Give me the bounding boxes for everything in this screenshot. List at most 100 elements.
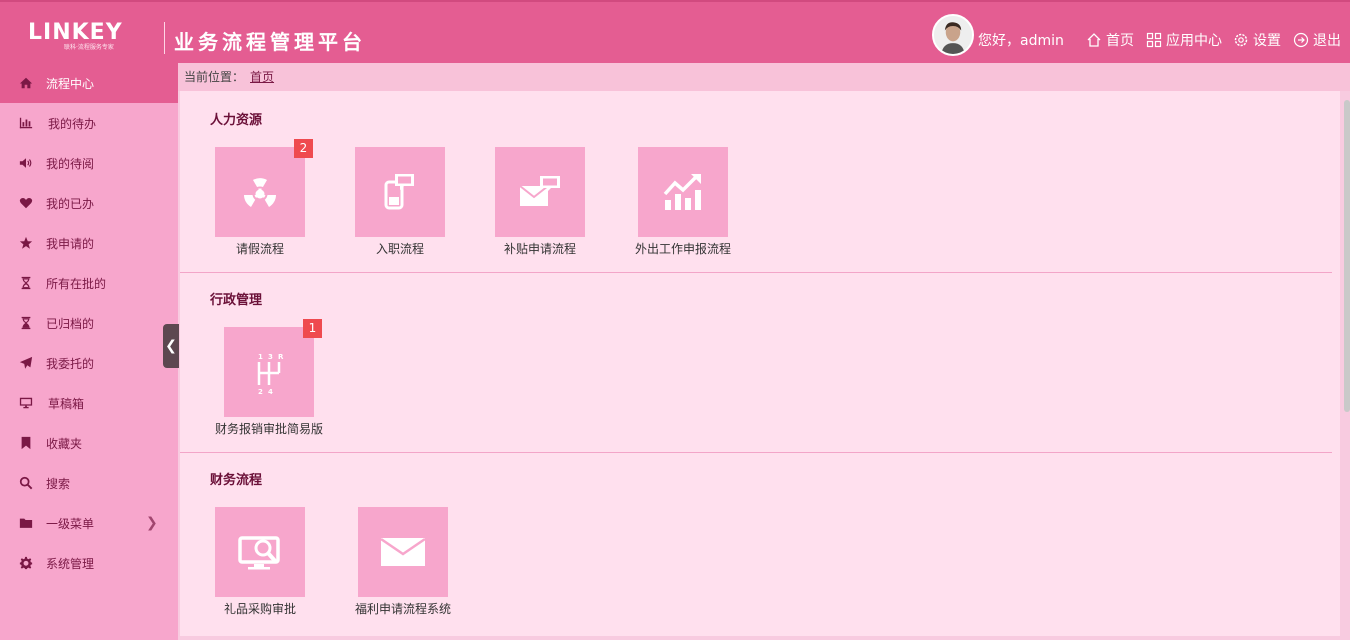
nav-home-label: 首页 [1106,33,1134,49]
app-tile-subsidy[interactable] [495,147,585,237]
growth-chart-icon [663,174,701,210]
sidebar-item-my-toread[interactable]: 我的待阅 [0,143,178,183]
sidebar-collapse-button[interactable]: ❮ [163,324,179,368]
breadcrumb-home-link[interactable]: 首页 [250,70,274,84]
app-label: 补贴申请流程 [503,242,576,256]
app-tile-welfare[interactable] [358,507,448,597]
app-grid-panel: 人力资源 2 请假流程 入职流程 补贴申请流程 外出工作申报流程 行政管理 1 … [180,91,1340,636]
section-title-hr: 人力资源 [210,113,263,128]
sidebar-item-my-applied[interactable]: 我申请的 [0,223,178,263]
logout-icon [1293,32,1309,48]
sidebar-item-label: 我申请的 [46,236,95,251]
star-icon [18,235,34,251]
envelope-icon [380,537,426,566]
app-tile-leave[interactable] [215,147,305,237]
sidebar-item-label: 我委托的 [46,356,95,371]
sidebar-item-label: 系统管理 [46,556,95,571]
greeting-text: 您好，admin [978,33,1064,49]
nav-logout-label: 退出 [1313,33,1341,49]
grid-icon [1146,32,1162,48]
sidebar-item-label: 收藏夹 [46,436,83,451]
section-title-finance: 财务流程 [210,473,263,488]
bookmark-icon [18,435,34,451]
header-divider [164,22,165,54]
app-title: 业务流程管理平台 [174,30,366,54]
app-label: 财务报销审批简易版 [214,422,323,436]
monitor-search-icon [238,536,280,570]
sidebar-item-label: 流程中心 [46,76,95,91]
volume-icon [18,155,34,171]
sidebar-item-archived[interactable]: 已归档的 [0,303,178,343]
gear-digit: 1 [258,353,263,361]
nav-home[interactable]: 首页 [1086,30,1134,50]
sidebar-item-level1-menu[interactable]: 一级菜单 ❯ [0,503,178,543]
bar-chart-icon [18,115,34,131]
nav-logout[interactable]: 退出 [1293,30,1341,50]
gear-icon [18,555,34,571]
radiation-icon [244,178,276,207]
nav-settings-label: 设置 [1253,33,1281,49]
monitor-icon [18,395,34,411]
nav-app-center-label: 应用中心 [1166,33,1222,49]
gear-digit: R [278,353,284,361]
hourglass-icon [18,275,34,291]
phone-chat-icon [384,174,414,210]
sidebar-item-drafts[interactable]: 草稿箱 [0,383,178,423]
sidebar-item-label: 草稿箱 [48,396,85,411]
chevron-left-icon: ❮ [165,338,177,354]
search-icon [18,475,34,491]
app-label: 请假流程 [235,242,284,256]
sidebar-item-label: 我的已办 [46,196,95,211]
vertical-scrollbar[interactable] [1344,100,1350,412]
heart-icon [18,195,34,211]
top-header: LINKEY 联科·流程服务专家 业务流程管理平台 您好，admin 首页 应用… [0,0,1350,63]
breadcrumb: 当前位置： 首页 [178,63,1350,91]
logo-subtitle: 联科·流程服务专家 [64,44,114,51]
app-tile-onboarding[interactable] [355,147,445,237]
gear-digit: 3 [268,353,273,361]
sidebar-item-delegated[interactable]: 我委托的 [0,343,178,383]
sidebar-item-system-admin[interactable]: 系统管理 [0,543,178,583]
section-divider [180,452,1332,453]
sidebar-item-process-center[interactable]: 流程中心 [0,63,178,103]
app-tile-outwork[interactable] [638,147,728,237]
sidebar-item-all-pending[interactable]: 所有在批的 [0,263,178,303]
pending-count-badge: 2 [294,139,313,158]
sidebar-item-search[interactable]: 搜索 [0,463,178,503]
app-label: 外出工作申报流程 [634,242,731,256]
send-icon [18,355,34,371]
gear-digit: 4 [268,388,273,396]
sidebar-item-label: 已归档的 [46,316,95,331]
breadcrumb-prefix: 当前位置： [184,70,245,84]
gear-digit: 2 [258,388,263,396]
home-icon [1087,33,1101,47]
app-label: 福利申请流程系统 [354,602,451,616]
app-label: 入职流程 [375,242,424,256]
gear-icon [1234,33,1248,47]
app-tile-gift-purchase[interactable] [215,507,305,597]
sidebar-item-favorites[interactable]: 收藏夹 [0,423,178,463]
section-divider [180,272,1332,273]
sidebar: 流程中心 我的待办 我的待阅 我的已办 我申请的 所有在批的 已归档的 我委托的… [0,63,178,640]
home-icon [18,75,34,91]
mail-chat-icon [519,176,560,206]
avatar[interactable] [932,14,974,56]
linkey-logo[interactable]: LINKEY 联科·流程服务专家 [28,22,152,54]
sidebar-item-my-todo[interactable]: 我的待办 [0,103,178,143]
nav-settings[interactable]: 设置 [1233,30,1281,50]
sidebar-item-label: 我的待办 [48,116,97,131]
sidebar-item-label: 搜索 [46,476,71,491]
logo-text: LINKEY [28,20,123,45]
nav-app-center[interactable]: 应用中心 [1146,30,1222,50]
pending-count-badge: 1 [303,319,322,338]
folder-icon [18,515,34,531]
gear-shift-icon: 1 3 R 2 4 [257,353,284,396]
sidebar-item-label: 一级菜单 [46,516,95,531]
section-title-admin: 行政管理 [210,293,263,308]
sidebar-item-label: 所有在批的 [46,276,107,291]
app-label: 礼品采购审批 [223,602,296,616]
chevron-right-icon: ❯ [146,515,158,531]
sidebar-item-my-done[interactable]: 我的已办 [0,183,178,223]
app-tile-expense[interactable]: 1 3 R 2 4 [224,327,314,417]
hourglass-icon [18,315,34,331]
